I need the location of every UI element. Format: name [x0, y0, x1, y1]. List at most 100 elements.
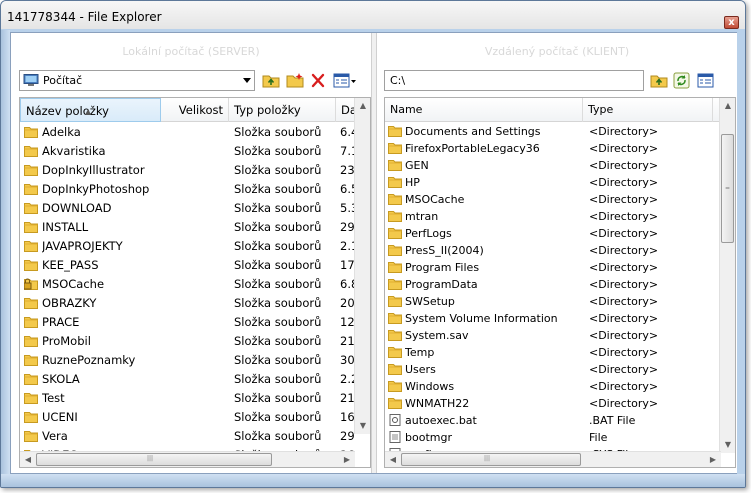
- item-name: Windows: [405, 380, 455, 393]
- table-row[interactable]: MSOCache Složka souborů 6.8: [20, 275, 370, 294]
- table-row[interactable]: Akvaristika Složka souborů 7.1: [20, 142, 370, 161]
- table-row[interactable]: autoexec.bat .BAT File: [385, 412, 735, 429]
- local-vertical-scrollbar[interactable]: ▲ ▼: [354, 98, 370, 434]
- folder-icon: [388, 381, 402, 392]
- item-date: 16: [340, 410, 354, 424]
- refresh-icon[interactable]: [673, 72, 691, 89]
- table-row[interactable]: DopInkyPhotoshop Složka souborů 6.5: [20, 180, 370, 199]
- remote-hscroll-thumb[interactable]: |||: [401, 453, 581, 466]
- chevron-down-icon[interactable]: [243, 78, 251, 83]
- locked-folder-icon: [24, 278, 38, 290]
- local-file-list[interactable]: Název položky ▲ Velikost Typ položky Da …: [19, 97, 371, 468]
- column-header-type[interactable]: Typ položky: [229, 98, 336, 122]
- table-row[interactable]: GEN <Directory>: [385, 157, 735, 174]
- folder-icon: [388, 398, 402, 409]
- view-mode-icon[interactable]: [333, 72, 357, 89]
- folder-icon: [24, 431, 38, 442]
- item-type: <Directory>: [589, 346, 659, 359]
- item-date: 29: [340, 429, 354, 443]
- item-name: Akvaristika: [42, 144, 106, 158]
- table-row[interactable]: DOWNLOAD Složka souborů 5.3: [20, 199, 370, 218]
- location-value: Počítač: [43, 74, 83, 87]
- scroll-left-arrow[interactable]: ◀: [385, 452, 401, 467]
- table-row[interactable]: ProMobil Složka souborů 21: [20, 332, 370, 351]
- column-header-size[interactable]: Velikost: [161, 98, 229, 122]
- table-row[interactable]: System.sav <Directory>: [385, 327, 735, 344]
- table-row[interactable]: PresS_II(2004) <Directory>: [385, 242, 735, 259]
- table-row[interactable]: WNMATH22 <Directory>: [385, 395, 735, 412]
- scroll-right-arrow[interactable]: ▶: [705, 452, 721, 467]
- table-row[interactable]: Program Files <Directory>: [385, 259, 735, 276]
- view-mode-icon[interactable]: [697, 72, 715, 89]
- table-row[interactable]: KEE_PASS Složka souborů 17: [20, 256, 370, 275]
- folder-icon: [388, 160, 402, 171]
- table-row[interactable]: SKOLA Složka souborů 2.2: [20, 370, 370, 389]
- table-row[interactable]: Documents and Settings <Directory>: [385, 123, 735, 140]
- table-row[interactable]: Windows <Directory>: [385, 378, 735, 395]
- scroll-down-arrow[interactable]: ▼: [720, 437, 735, 453]
- item-name: GEN: [405, 159, 429, 172]
- column-header-name[interactable]: Název položky ▲: [20, 98, 161, 122]
- table-row[interactable]: RuznePoznamky Složka souborů 30: [20, 351, 370, 370]
- title-bar[interactable]: 141778344 - File Explorer x: [1, 1, 745, 29]
- table-row[interactable]: Adelka Složka souborů 6.4: [20, 123, 370, 142]
- table-row[interactable]: mtran <Directory>: [385, 208, 735, 225]
- table-row[interactable]: System Volume Information <Directory>: [385, 310, 735, 327]
- client-area: Lokální počítač (SERVER) Počítač Název p…: [10, 32, 737, 474]
- delete-icon[interactable]: [309, 72, 327, 89]
- remote-file-list[interactable]: Name Type Documents and Settings <Directo…: [384, 97, 736, 468]
- remote-horizontal-scrollbar[interactable]: ◀ ||| ▶: [385, 451, 721, 467]
- batch-file-icon: [389, 414, 401, 426]
- table-row[interactable]: PRACE Složka souborů 12: [20, 313, 370, 332]
- table-row[interactable]: Test Složka souborů 21: [20, 389, 370, 408]
- item-date: 2.1: [340, 239, 354, 253]
- folder-up-icon[interactable]: [650, 72, 668, 89]
- scroll-left-arrow[interactable]: ◀: [20, 452, 36, 467]
- table-row[interactable]: HP <Directory>: [385, 174, 735, 191]
- table-row[interactable]: PerfLogs <Directory>: [385, 225, 735, 242]
- item-type: <Directory>: [589, 295, 659, 308]
- table-row[interactable]: Vera Složka souborů 29: [20, 427, 370, 446]
- remote-pane: Vzdálený počítač (KLIENT) Name Type: [377, 33, 737, 473]
- local-horizontal-scrollbar[interactable]: ◀ ||| ▶: [20, 451, 355, 467]
- table-row[interactable]: FirefoxPortableLegacy36 <Directory>: [385, 140, 735, 157]
- scroll-up-arrow[interactable]: ▲: [720, 98, 735, 114]
- local-list-header: Název položky ▲ Velikost Typ položky Da: [20, 98, 370, 122]
- table-row[interactable]: INSTALL Složka souborů 29: [20, 218, 370, 237]
- table-row[interactable]: SWSetup <Directory>: [385, 293, 735, 310]
- table-row[interactable]: ProgramData <Directory>: [385, 276, 735, 293]
- remote-vscroll-thumb[interactable]: =: [721, 134, 734, 243]
- scroll-up-arrow[interactable]: ▲: [355, 98, 370, 114]
- table-row[interactable]: UCENI Složka souborů 16: [20, 408, 370, 427]
- item-name: PresS_II(2004): [405, 244, 484, 257]
- scroll-down-arrow[interactable]: ▼: [355, 418, 370, 434]
- new-folder-icon[interactable]: [286, 72, 304, 89]
- table-row[interactable]: MSOCache <Directory>: [385, 191, 735, 208]
- table-row[interactable]: bootmgr File: [385, 429, 735, 446]
- folder-icon: [388, 330, 402, 341]
- table-row[interactable]: Users <Directory>: [385, 361, 735, 378]
- local-hscroll-thumb[interactable]: |||: [36, 453, 272, 466]
- folder-up-icon[interactable]: [262, 72, 280, 89]
- folder-icon: [388, 279, 402, 290]
- remote-path-input[interactable]: [384, 70, 644, 91]
- file-explorer-window: 141778344 - File Explorer x Lokální počí…: [0, 0, 746, 488]
- item-type: <Directory>: [589, 244, 659, 257]
- table-row[interactable]: JAVAPROJEKTY Složka souborů 2.1: [20, 237, 370, 256]
- close-button[interactable]: x: [724, 16, 739, 29]
- location-dropdown[interactable]: Počítač: [19, 70, 255, 91]
- item-name: Adelka: [42, 125, 81, 139]
- remote-vertical-scrollbar[interactable]: ▲ = ▼: [719, 98, 735, 453]
- folder-icon: [388, 211, 402, 222]
- column-header-name[interactable]: Name: [385, 98, 583, 122]
- column-header-type[interactable]: Type: [583, 98, 713, 122]
- table-row[interactable]: DopInkyIllustrator Složka souborů 23: [20, 161, 370, 180]
- folder-icon: [24, 355, 38, 366]
- item-type: Složka souborů: [234, 391, 322, 405]
- item-name: UCENI: [42, 410, 78, 424]
- item-name: SWSetup: [405, 295, 455, 308]
- table-row[interactable]: Temp <Directory>: [385, 344, 735, 361]
- item-type: Složka souborů: [234, 429, 322, 443]
- scroll-right-arrow[interactable]: ▶: [339, 452, 355, 467]
- table-row[interactable]: OBRAZKY Složka souborů 20: [20, 294, 370, 313]
